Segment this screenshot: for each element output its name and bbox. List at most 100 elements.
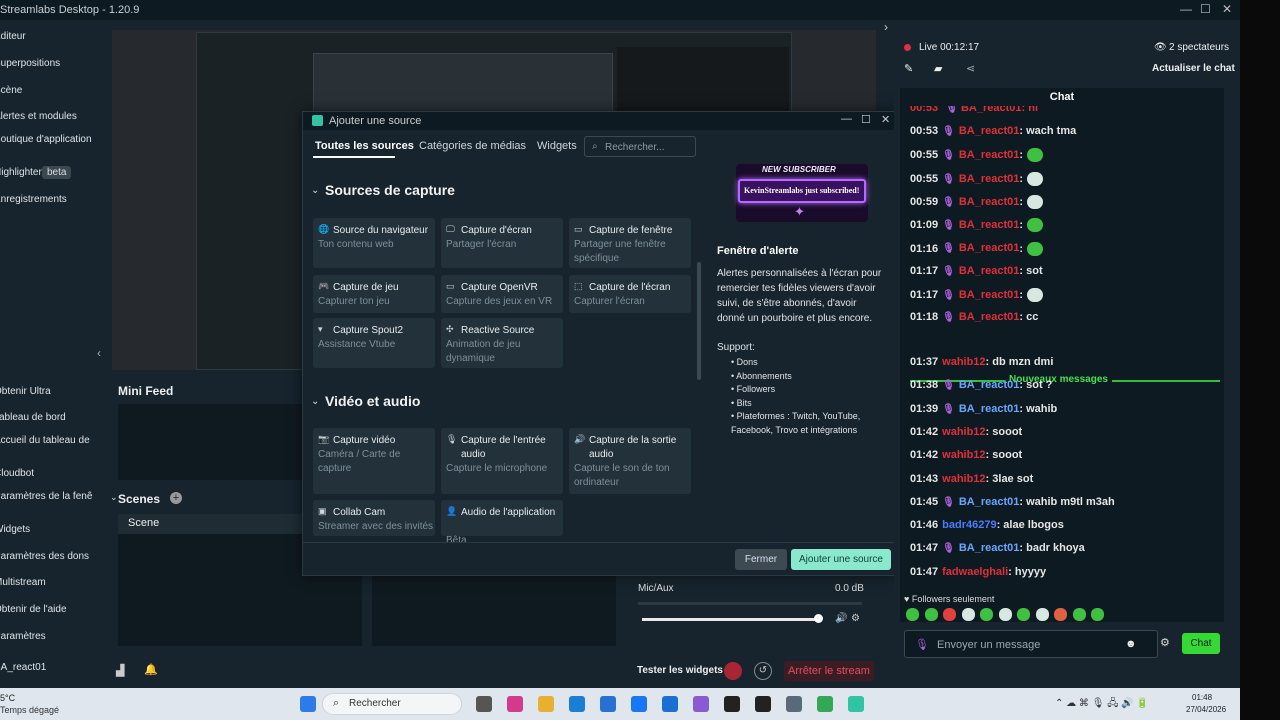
sources-list[interactable] [372,576,616,646]
emote-icon[interactable] [961,608,975,621]
message-user[interactable]: fadwaelghali [942,566,1008,578]
message-user[interactable]: BA_react01 [959,496,1020,508]
source-card[interactable]: ▭ Capture de fenêtre Partager une fenêtre … [569,218,691,268]
taskbar-app-icon[interactable] [755,696,771,712]
sidebar-item[interactable]: Obtenir Ultra [0,385,92,407]
collapse-icon[interactable]: ⌄ [110,492,118,503]
source-card[interactable]: 🖵 Capture d'écran Partager l'écran [441,218,563,268]
add-scene-icon[interactable]: + [170,492,182,504]
tab-media-categories[interactable]: Catégories de médias [419,140,526,152]
sidebar-item[interactable]: Cloudbot [0,467,92,489]
chat-input[interactable]: 🎙 Envoyer un message ☻ [904,630,1158,658]
chevron-down-icon[interactable]: ⌄ [311,185,319,196]
stats-icon[interactable]: ▟ [116,664,124,677]
message-user[interactable]: BA_react01 [959,265,1020,277]
emote-icon[interactable] [1017,608,1030,621]
folder-icon[interactable]: ▰ [934,62,942,75]
sidebar-item[interactable]: Enregistrements [0,193,92,215]
taskbar-app-icon[interactable] [848,696,864,712]
source-card[interactable]: 🎙 Capture de l'entrée audio Capture le mic… [441,428,563,494]
send-chat-button[interactable]: Chat [1182,633,1220,654]
speaker-icon[interactable]: 🔊 [835,613,847,624]
taskbar-app-icon[interactable] [693,696,709,712]
sidebar-item[interactable]: Tableau de bord [0,411,92,433]
scrollbar[interactable] [697,262,701,380]
settings-icon[interactable]: ⚙ [1160,636,1170,649]
source-card[interactable]: ✣ Reactive Source Animation de jeu dynamiq… [441,318,563,368]
tray-icons[interactable]: ⌃ ☁ ⌘ 🎙 🖧 🔊 🔋 [1055,696,1149,713]
sidebar-item[interactable]: Alertes et modules [0,110,92,132]
taskbar-app-icon[interactable] [476,696,492,712]
gear-icon[interactable]: ⚙ [851,613,860,624]
tab-widgets[interactable]: Widgets [537,140,577,152]
replay-icon[interactable]: ↺ [754,662,772,680]
source-card[interactable]: 👤 Audio de l'application Bêta [441,500,563,546]
message-user[interactable]: badr46279 [942,519,996,531]
bell-icon[interactable]: 🔔 [144,663,158,676]
volume-slider-handle[interactable] [814,614,823,623]
taskbar-search[interactable]: ⌕ Rechercher [322,693,462,715]
taskbar-app-icon[interactable] [786,696,802,712]
edit-icon[interactable]: ✎ [904,62,913,75]
sidebar-item[interactable]: Superpositions [0,57,92,79]
sidebar-item[interactable]: Widgets [0,523,92,545]
minimize-icon[interactable]: — [841,113,852,125]
test-widgets-label[interactable]: Tester les widgets [637,665,723,676]
sidebar-item[interactable]: Multistream [0,576,92,598]
record-button[interactable] [724,662,742,680]
message-user[interactable]: BA_react01 [959,403,1020,415]
message-user[interactable]: BA_react01 [959,379,1020,391]
chevron-down-icon[interactable]: ⌄ [311,396,319,407]
windows-start-icon[interactable] [300,696,316,712]
taskbar-app-icon[interactable] [662,696,678,712]
source-card[interactable]: ⬚ Capture de l'écran Capturer l'écran [569,275,691,313]
message-user[interactable]: BA_react01 [959,311,1020,323]
sidebar-item[interactable]: BA_react01 [0,661,92,683]
source-card[interactable]: ▾ Capture Spout2 Assistance Vtube [313,318,435,368]
source-card[interactable]: ▣ Collab Cam Streamer avec des invités [313,500,435,536]
message-user[interactable]: BA_react01 [959,125,1020,137]
sidebar-item[interactable]: Paramètres [0,630,92,652]
emote-icon[interactable] [906,608,919,621]
close-icon[interactable]: ✕ [881,113,890,126]
message-user[interactable]: BA_react01 [959,542,1020,554]
refresh-chat-button[interactable]: Actualiser le chat [1152,63,1235,74]
emote-icon[interactable] [924,608,938,621]
message-user[interactable]: wahib12 [942,356,985,368]
stop-stream-button[interactable]: Arrêter le stream [784,661,874,681]
sidebar-item[interactable]: Paramètres de la fenêtre d'alerte [0,490,92,512]
source-card[interactable]: 📷 Capture vidéo Caméra / Carte de capture [313,428,435,494]
message-user[interactable]: wahib12 [942,473,985,485]
source-card[interactable]: ▭ Capture OpenVR Capture des jeux en VR [441,275,563,313]
taskbar-app-icon[interactable] [631,696,647,712]
emote-icon[interactable] [1072,608,1086,621]
source-card[interactable]: 🎮 Capture de jeu Capturer ton jeu [313,275,435,313]
message-user[interactable]: BA_react01 [959,196,1020,208]
message-user[interactable]: wahib12 [942,449,985,461]
message-user[interactable]: BA_react01 [959,149,1020,161]
sidebar-item[interactable]: Scène [0,84,92,106]
share-icon[interactable]: ⋖ [966,62,975,75]
add-source-button[interactable]: Ajouter une source [791,549,891,570]
tab-all-sources[interactable]: Toutes les sources [315,140,414,152]
sidebar-item[interactable]: Paramètres des dons [0,550,92,572]
emoji-icon[interactable]: ☻ [1125,638,1137,650]
sidebar-item[interactable]: Éditeur [0,30,92,52]
emote-icon[interactable] [980,608,993,621]
taskbar-app-icon[interactable] [569,696,585,712]
taskbar-app-icon[interactable] [507,696,523,712]
sidebar-item[interactable]: Boutique d'applications [0,133,92,155]
minimize-icon[interactable]: — [1180,2,1192,16]
volume-slider[interactable] [642,618,820,621]
message-user[interactable]: BA_react01 [959,242,1020,254]
sidebar-item[interactable]: Highlighterbeta [0,166,92,188]
emote-icon[interactable] [1035,608,1049,621]
message-user[interactable]: wahib12 [942,426,985,438]
sidebar-item[interactable]: Obtenir de l'aide [0,603,92,625]
taskbar-app-icon[interactable] [724,696,740,712]
message-user[interactable]: BA_react01 [959,219,1020,231]
chevron-right-icon[interactable]: › [884,20,888,34]
message-user[interactable]: BA_react01 [959,289,1020,301]
emote-icon[interactable] [998,608,1012,621]
source-search-input[interactable]: ⌕ Rechercher... [584,136,696,157]
